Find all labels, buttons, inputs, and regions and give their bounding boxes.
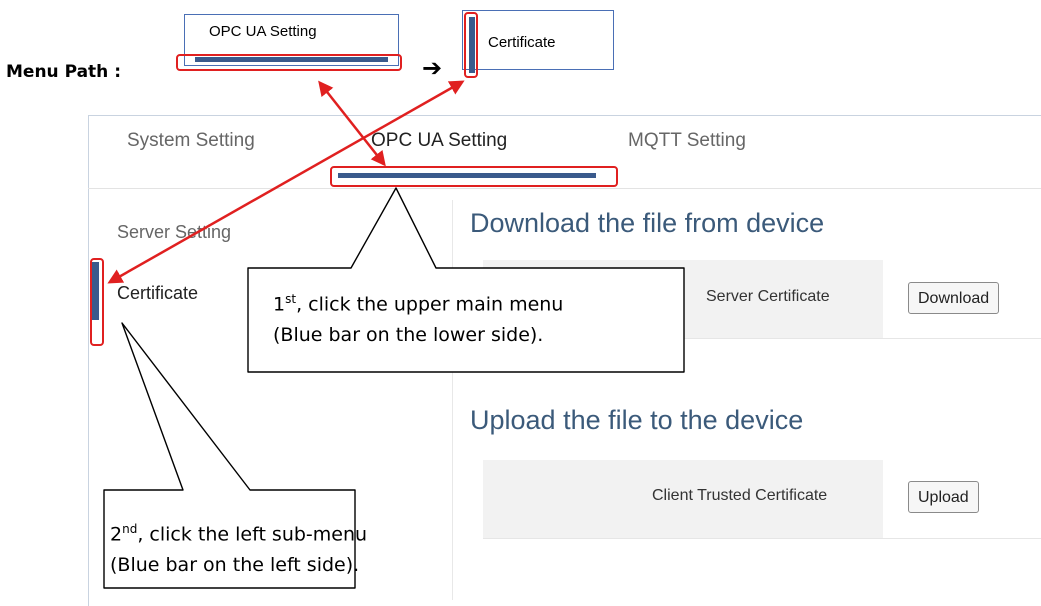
callout-second-line1: , click the left sub-menu <box>137 523 368 546</box>
callout-first-sup: st <box>285 292 297 306</box>
callout-second-ordinal: 2 <box>110 523 123 546</box>
callout-first-ordinal: 1 <box>273 293 286 316</box>
callout-first-text: 1st, click the upper main menu (Blue bar… <box>273 284 563 351</box>
callout-first-line2: (Blue bar on the lower side). <box>273 324 544 347</box>
arrow-opcua-to-tab <box>318 80 386 167</box>
callout-second-sup: nd <box>122 522 138 536</box>
callout-first-line1: , click the upper main menu <box>296 293 564 316</box>
callout-second-text: 2nd, click the left sub-menu (Blue bar o… <box>110 514 367 581</box>
callout-second-line2: (Blue bar on the left side). <box>110 554 360 577</box>
